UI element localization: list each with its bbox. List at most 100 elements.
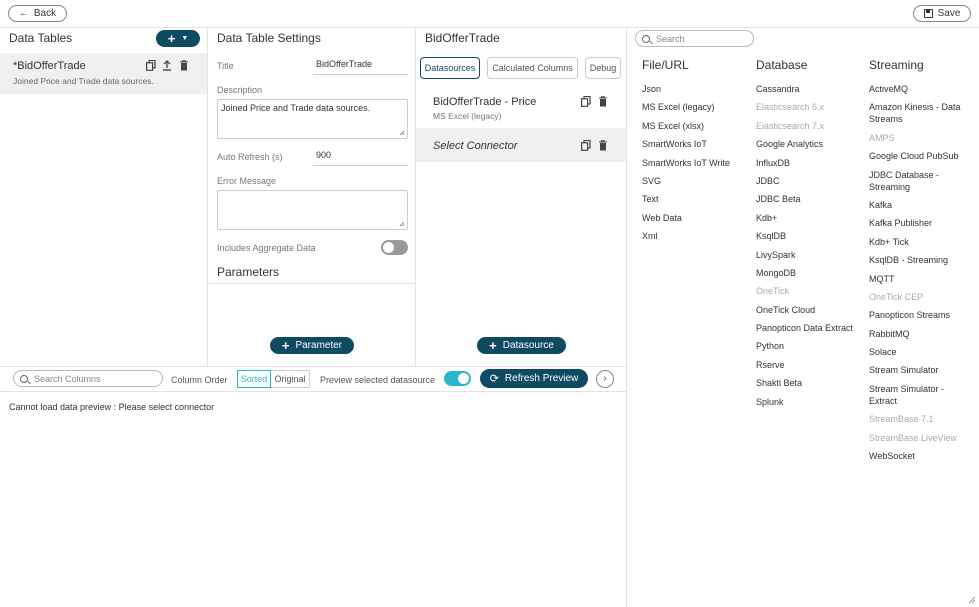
connector-item[interactable]: Kafka xyxy=(869,199,969,211)
back-button[interactable]: ← Back xyxy=(8,5,67,22)
search-columns[interactable]: Search Columns xyxy=(13,370,163,387)
connector-item[interactable]: Google Cloud PubSub xyxy=(869,150,969,162)
order-option-original[interactable]: Original xyxy=(271,371,309,387)
description-label: Description xyxy=(217,85,263,95)
connector-item[interactable]: Kafka Publisher xyxy=(869,217,969,229)
aggregate-toggle[interactable] xyxy=(381,240,408,255)
trash-icon[interactable] xyxy=(178,59,190,71)
title-label: Title xyxy=(217,61,234,71)
connector-item[interactable]: Stream Simulator - Extract xyxy=(869,383,969,407)
auto-refresh-field[interactable]: 900 xyxy=(313,150,408,166)
connector-item[interactable]: Splunk xyxy=(756,396,864,408)
resize-handle[interactable] xyxy=(966,594,976,604)
connector-search-placeholder: Search xyxy=(656,33,685,44)
preview-selected-label: Preview selected datasource xyxy=(320,375,436,385)
copy-icon[interactable] xyxy=(145,59,157,71)
connector-search[interactable]: Search xyxy=(635,30,754,47)
connector-item[interactable]: WebSocket xyxy=(869,450,969,462)
connector-item[interactable]: Kdb+ Tick xyxy=(869,236,969,248)
data-table-item[interactable]: *BidOfferTrade Joined Price and Trade da… xyxy=(0,53,207,94)
resize-grip-icon xyxy=(399,130,405,136)
connector-item[interactable]: MS Excel (legacy) xyxy=(642,101,750,113)
connector-item[interactable]: Web Data xyxy=(642,212,750,224)
collapse-panel-button[interactable]: › xyxy=(596,370,614,388)
select-connector-label: Select Connector xyxy=(433,140,518,152)
connector-item[interactable]: Google Analytics xyxy=(756,138,864,150)
add-datasource-button[interactable]: + Datasource xyxy=(477,337,566,354)
preview-divider-top xyxy=(0,366,626,367)
datasource-item[interactable]: BidOfferTrade - Price MS Excel (legacy) xyxy=(416,89,626,125)
tab-calculated-columns[interactable]: Calculated Columns xyxy=(487,57,578,79)
connector-item[interactable]: ActiveMQ xyxy=(869,83,969,95)
connector-item[interactable]: Json xyxy=(642,83,750,95)
connector-item[interactable]: MongoDB xyxy=(756,267,864,279)
connector-item[interactable]: Stream Simulator xyxy=(869,364,969,376)
connector-item[interactable]: Panopticon Data Extract xyxy=(756,322,864,334)
search-icon xyxy=(20,374,31,384)
connector-item[interactable]: JDBC Database - Streaming xyxy=(869,169,969,193)
description-field[interactable]: Joined Price and Trade data sources. xyxy=(217,99,408,139)
column-order-label: Column Order xyxy=(171,375,228,385)
connector-item[interactable]: SVG xyxy=(642,175,750,187)
save-button[interactable]: Save xyxy=(913,5,971,22)
connector-item: OneTick CEP xyxy=(869,291,924,302)
connector-item[interactable]: InfluxDB xyxy=(756,157,864,169)
tab-debug[interactable]: Debug xyxy=(585,57,621,79)
database-connectors: Cassandra Elasticsearch 6.x Elasticsearch … xyxy=(756,83,864,414)
preview-selected-toggle[interactable] xyxy=(444,371,471,386)
copy-icon[interactable] xyxy=(580,139,592,151)
select-connector-item[interactable]: Select Connector xyxy=(416,128,626,162)
datasource-table-title: BidOfferTrade xyxy=(425,31,500,45)
connector-item[interactable]: Amazon Kinesis - Data Streams xyxy=(869,101,969,125)
data-table-name: *BidOfferTrade xyxy=(13,60,86,72)
plus-icon: + xyxy=(489,338,497,353)
save-icon xyxy=(923,9,933,18)
datasource-sub: MS Excel (legacy) xyxy=(433,111,502,121)
column-title-database: Database xyxy=(756,58,808,72)
add-parameter-button[interactable]: + Parameter xyxy=(270,337,354,354)
trash-icon[interactable] xyxy=(597,139,609,151)
order-segmented-control[interactable]: Sorted Original xyxy=(237,370,310,388)
order-option-sorted[interactable]: Sorted xyxy=(237,370,271,388)
connector-item[interactable]: Rserve xyxy=(756,359,864,371)
connector-item[interactable]: Cassandra xyxy=(756,83,864,95)
datasource-name: BidOfferTrade - Price xyxy=(433,96,537,108)
tab-datasources[interactable]: Datasources xyxy=(420,57,480,79)
divider-3 xyxy=(626,27,627,607)
connector-item[interactable]: Shakti Beta xyxy=(756,377,864,389)
connector-item[interactable]: OneTick Cloud xyxy=(756,304,864,316)
connector-item[interactable]: SmartWorks IoT Write xyxy=(642,157,750,169)
chevron-right-icon: › xyxy=(603,373,607,384)
connector-item[interactable]: JDBC Beta xyxy=(756,193,864,205)
trash-icon[interactable] xyxy=(597,95,609,107)
connector-item[interactable]: MQTT xyxy=(869,273,969,285)
connector-item[interactable]: RabbitMQ xyxy=(869,328,969,340)
title-field[interactable]: BidOfferTrade xyxy=(313,59,408,75)
connector-item[interactable]: KsqlDB - Streaming xyxy=(869,254,969,266)
refresh-icon: ⟳ xyxy=(489,373,499,385)
column-title-file-url: File/URL xyxy=(642,58,689,72)
connector-item[interactable]: Python xyxy=(756,340,864,352)
connector-item[interactable]: Text xyxy=(642,193,750,205)
toggle-knob xyxy=(383,242,394,253)
connector-item[interactable]: MS Excel (xlsx) xyxy=(642,120,750,132)
add-data-table-button[interactable]: + ▼ xyxy=(156,30,200,47)
error-message-field[interactable] xyxy=(217,190,408,230)
connector-item[interactable]: JDBC xyxy=(756,175,864,187)
connector-item[interactable]: Kdb+ xyxy=(756,212,864,224)
upload-icon[interactable] xyxy=(161,59,173,71)
column-title-streaming: Streaming xyxy=(869,58,924,72)
copy-icon[interactable] xyxy=(580,95,592,107)
data-tables-title: Data Tables xyxy=(9,31,73,45)
connector-item[interactable]: SmartWorks IoT xyxy=(642,138,750,150)
connector-item[interactable]: Solace xyxy=(869,346,969,358)
connector-item: Elasticsearch 6.x xyxy=(756,102,825,113)
toggle-knob xyxy=(458,373,469,384)
connector-item[interactable]: KsqlDB xyxy=(756,230,864,242)
caret-down-icon: ▼ xyxy=(181,35,189,42)
connector-item[interactable]: Panopticon Streams xyxy=(869,309,969,321)
connector-item[interactable]: LivySpark xyxy=(756,249,864,261)
connector-item[interactable]: Xml xyxy=(642,230,750,242)
streaming-connectors: ActiveMQ Amazon Kinesis - Data Streams AMP… xyxy=(869,83,969,468)
refresh-preview-button[interactable]: ⟳ Refresh Preview xyxy=(480,369,588,388)
